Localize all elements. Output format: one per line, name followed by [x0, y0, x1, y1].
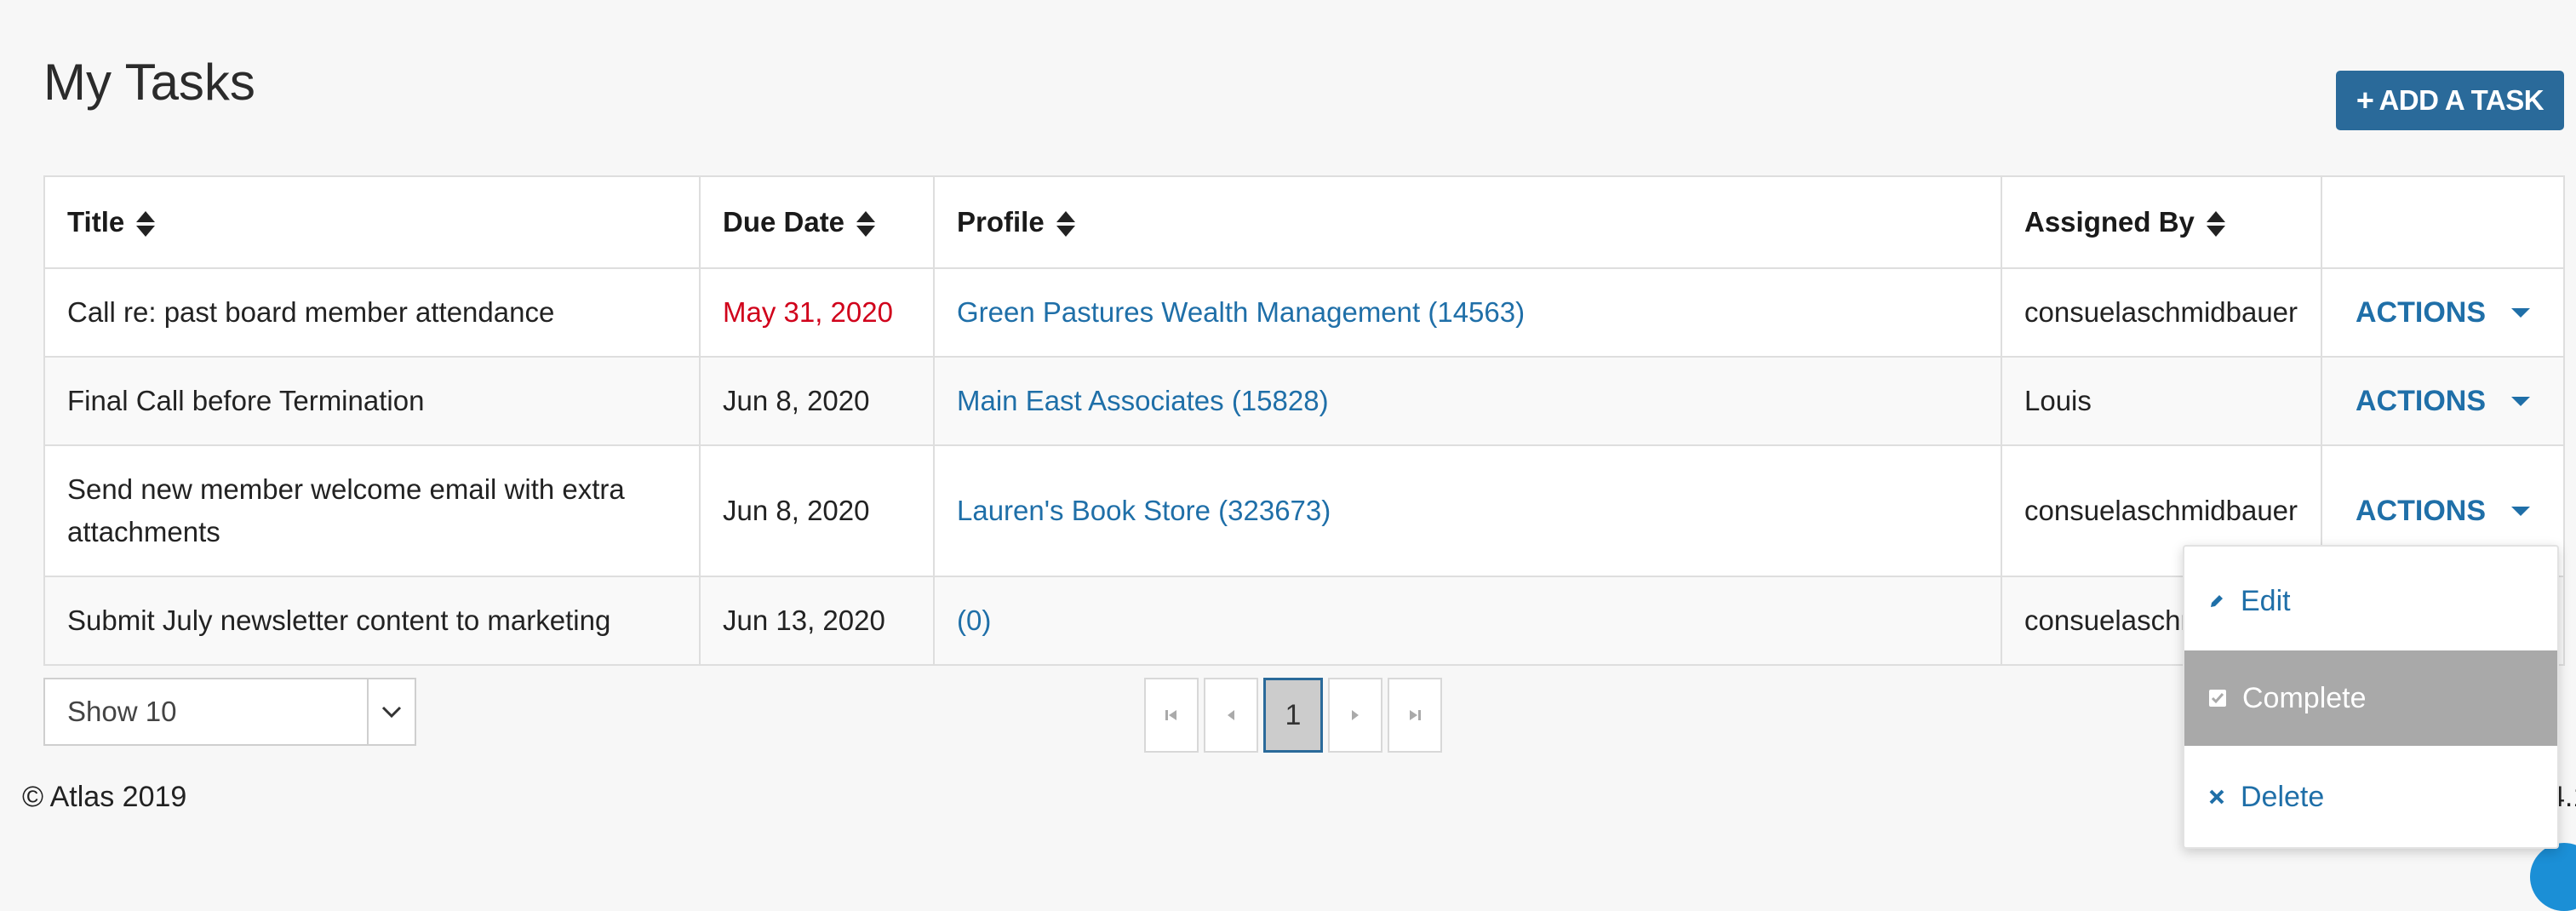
actions-dropdown-button[interactable]: ACTIONS	[2344, 490, 2541, 532]
x-icon	[2209, 789, 2224, 805]
add-task-label: ADD A TASK	[2379, 84, 2545, 116]
next-page-icon	[1352, 710, 1359, 720]
assigned-by: Louis	[2001, 356, 2322, 446]
prev-page-button[interactable]	[1204, 678, 1258, 753]
plus-icon: +	[2356, 83, 2374, 117]
actions-dropdown-menu: Edit Complete Delete	[2183, 545, 2559, 849]
column-header-profile[interactable]: Profile	[933, 175, 2002, 269]
sort-icon	[856, 209, 876, 238]
footer-copyright: © Atlas 2019	[22, 781, 187, 813]
task-title: Send new member welcome email with extra…	[43, 444, 701, 577]
due-date: Jun 8, 2020	[699, 356, 935, 446]
last-page-button[interactable]	[1388, 678, 1442, 753]
menu-item-complete[interactable]: Complete	[2184, 650, 2557, 746]
caret-down-icon	[2511, 506, 2530, 516]
actions-dropdown-button[interactable]: ACTIONS	[2344, 291, 2541, 334]
task-title: Final Call before Termination	[43, 356, 701, 446]
pencil-icon	[2211, 595, 2223, 607]
actions-dropdown-button[interactable]: ACTIONS	[2344, 380, 2541, 422]
add-task-button[interactable]: + ADD A TASK	[2336, 71, 2564, 130]
next-page-button[interactable]	[1328, 678, 1382, 753]
page-number-button[interactable]: 1	[1263, 678, 1323, 753]
sort-icon	[136, 209, 156, 238]
prev-page-icon	[1228, 710, 1234, 720]
profile-link[interactable]: Green Pastures Wealth Management (14563)	[957, 296, 1525, 328]
chat-bubble-button[interactable]	[2530, 843, 2576, 911]
task-title: Call re: past board member attendance	[43, 267, 701, 358]
table-header-row: Title Due Date Profile Assigned By	[43, 175, 2565, 269]
pagination: 1	[1144, 678, 1442, 753]
chevron-down-icon	[367, 679, 415, 744]
column-header-actions	[2321, 175, 2565, 269]
first-page-button[interactable]	[1144, 678, 1199, 753]
page-title: My Tasks	[43, 54, 255, 111]
menu-item-delete[interactable]: Delete	[2184, 749, 2557, 845]
first-page-icon	[1165, 710, 1176, 720]
profile-link[interactable]: Lauren's Book Store (323673)	[957, 495, 1331, 526]
last-page-icon	[1410, 710, 1421, 720]
column-header-title[interactable]: Title	[43, 175, 701, 269]
page-size-value: Show 10	[67, 696, 177, 727]
checkbox-icon	[2209, 690, 2226, 707]
sort-icon	[1056, 209, 1075, 238]
due-date: Jun 8, 2020	[699, 444, 935, 577]
assigned-by: consuelaschmidbauer	[2001, 267, 2322, 358]
due-date: Jun 13, 2020	[699, 576, 935, 666]
profile-link[interactable]: Main East Associates (15828)	[957, 385, 1329, 416]
page-size-select[interactable]: Show 10	[43, 678, 416, 746]
task-title: Submit July newsletter content to market…	[43, 576, 701, 666]
caret-down-icon	[2511, 396, 2530, 406]
table-row: Final Call before Termination Jun 8, 202…	[43, 356, 2565, 446]
due-date: May 31, 2020	[699, 267, 935, 358]
sort-icon	[2206, 209, 2225, 238]
table-row: Call re: past board member attendance Ma…	[43, 267, 2565, 358]
menu-item-edit[interactable]: Edit	[2184, 553, 2557, 649]
caret-down-icon	[2511, 307, 2530, 318]
column-header-assigned-by[interactable]: Assigned By	[2001, 175, 2322, 269]
profile-link[interactable]: (0)	[957, 604, 991, 636]
column-header-due-date[interactable]: Due Date	[699, 175, 935, 269]
